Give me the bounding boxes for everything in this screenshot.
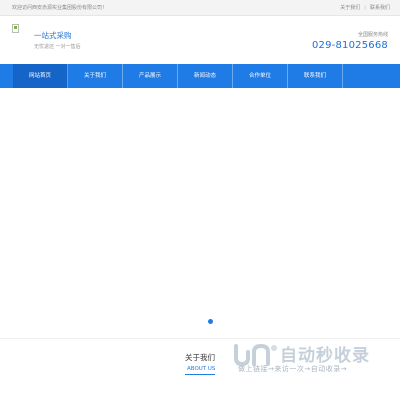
main-nav: 网站首页 关于我们 产品展示 新闻动态 合作单位 联系我们 (0, 64, 400, 88)
nav-item-contact[interactable]: 联系我们 (288, 64, 343, 88)
top-link-separator: | (364, 5, 366, 11)
top-link-about[interactable]: 关于我们 (340, 4, 360, 11)
banner-slider (0, 88, 400, 338)
top-links: 关于我们 | 联系我们 (340, 4, 390, 11)
top-link-contact[interactable]: 联系我们 (370, 4, 390, 11)
top-bar: 欢迎访问西安赤源实业集团股份有限公司！ 关于我们 | 联系我们 (0, 0, 400, 16)
slogan: 一站式采购 (34, 31, 72, 40)
nav-item-about[interactable]: 关于我们 (68, 64, 123, 88)
watermark-title: 自动秒收录 (280, 346, 370, 366)
slider-dot-1[interactable] (208, 319, 213, 324)
nav-item-partners[interactable]: 合作单位 (233, 64, 288, 88)
logo-image-icon[interactable] (12, 24, 19, 33)
section-divider (0, 338, 400, 339)
watermark-subtitle: 做上链接→来访一次→自动收录→ (238, 365, 348, 373)
watermark: 自动秒收录 做上链接→来访一次→自动收录→ (228, 340, 393, 380)
hotline-label: 全国服务热线 (357, 32, 388, 38)
welcome-text: 欢迎访问西安赤源实业集团股份有限公司！ (12, 5, 108, 11)
slogan-subtext: 无忧退还 一对一售后 (34, 44, 81, 50)
hotline-number: 029-81025668 (312, 40, 388, 51)
about-section-title: 关于我们 (185, 353, 215, 362)
nav-item-products[interactable]: 产品展示 (123, 64, 178, 88)
nav-item-home[interactable]: 网站首页 (13, 64, 68, 88)
nav-item-news[interactable]: 新闻动态 (178, 64, 233, 88)
about-section-subtitle: ABOUT US (187, 366, 216, 372)
about-underline (185, 374, 215, 375)
